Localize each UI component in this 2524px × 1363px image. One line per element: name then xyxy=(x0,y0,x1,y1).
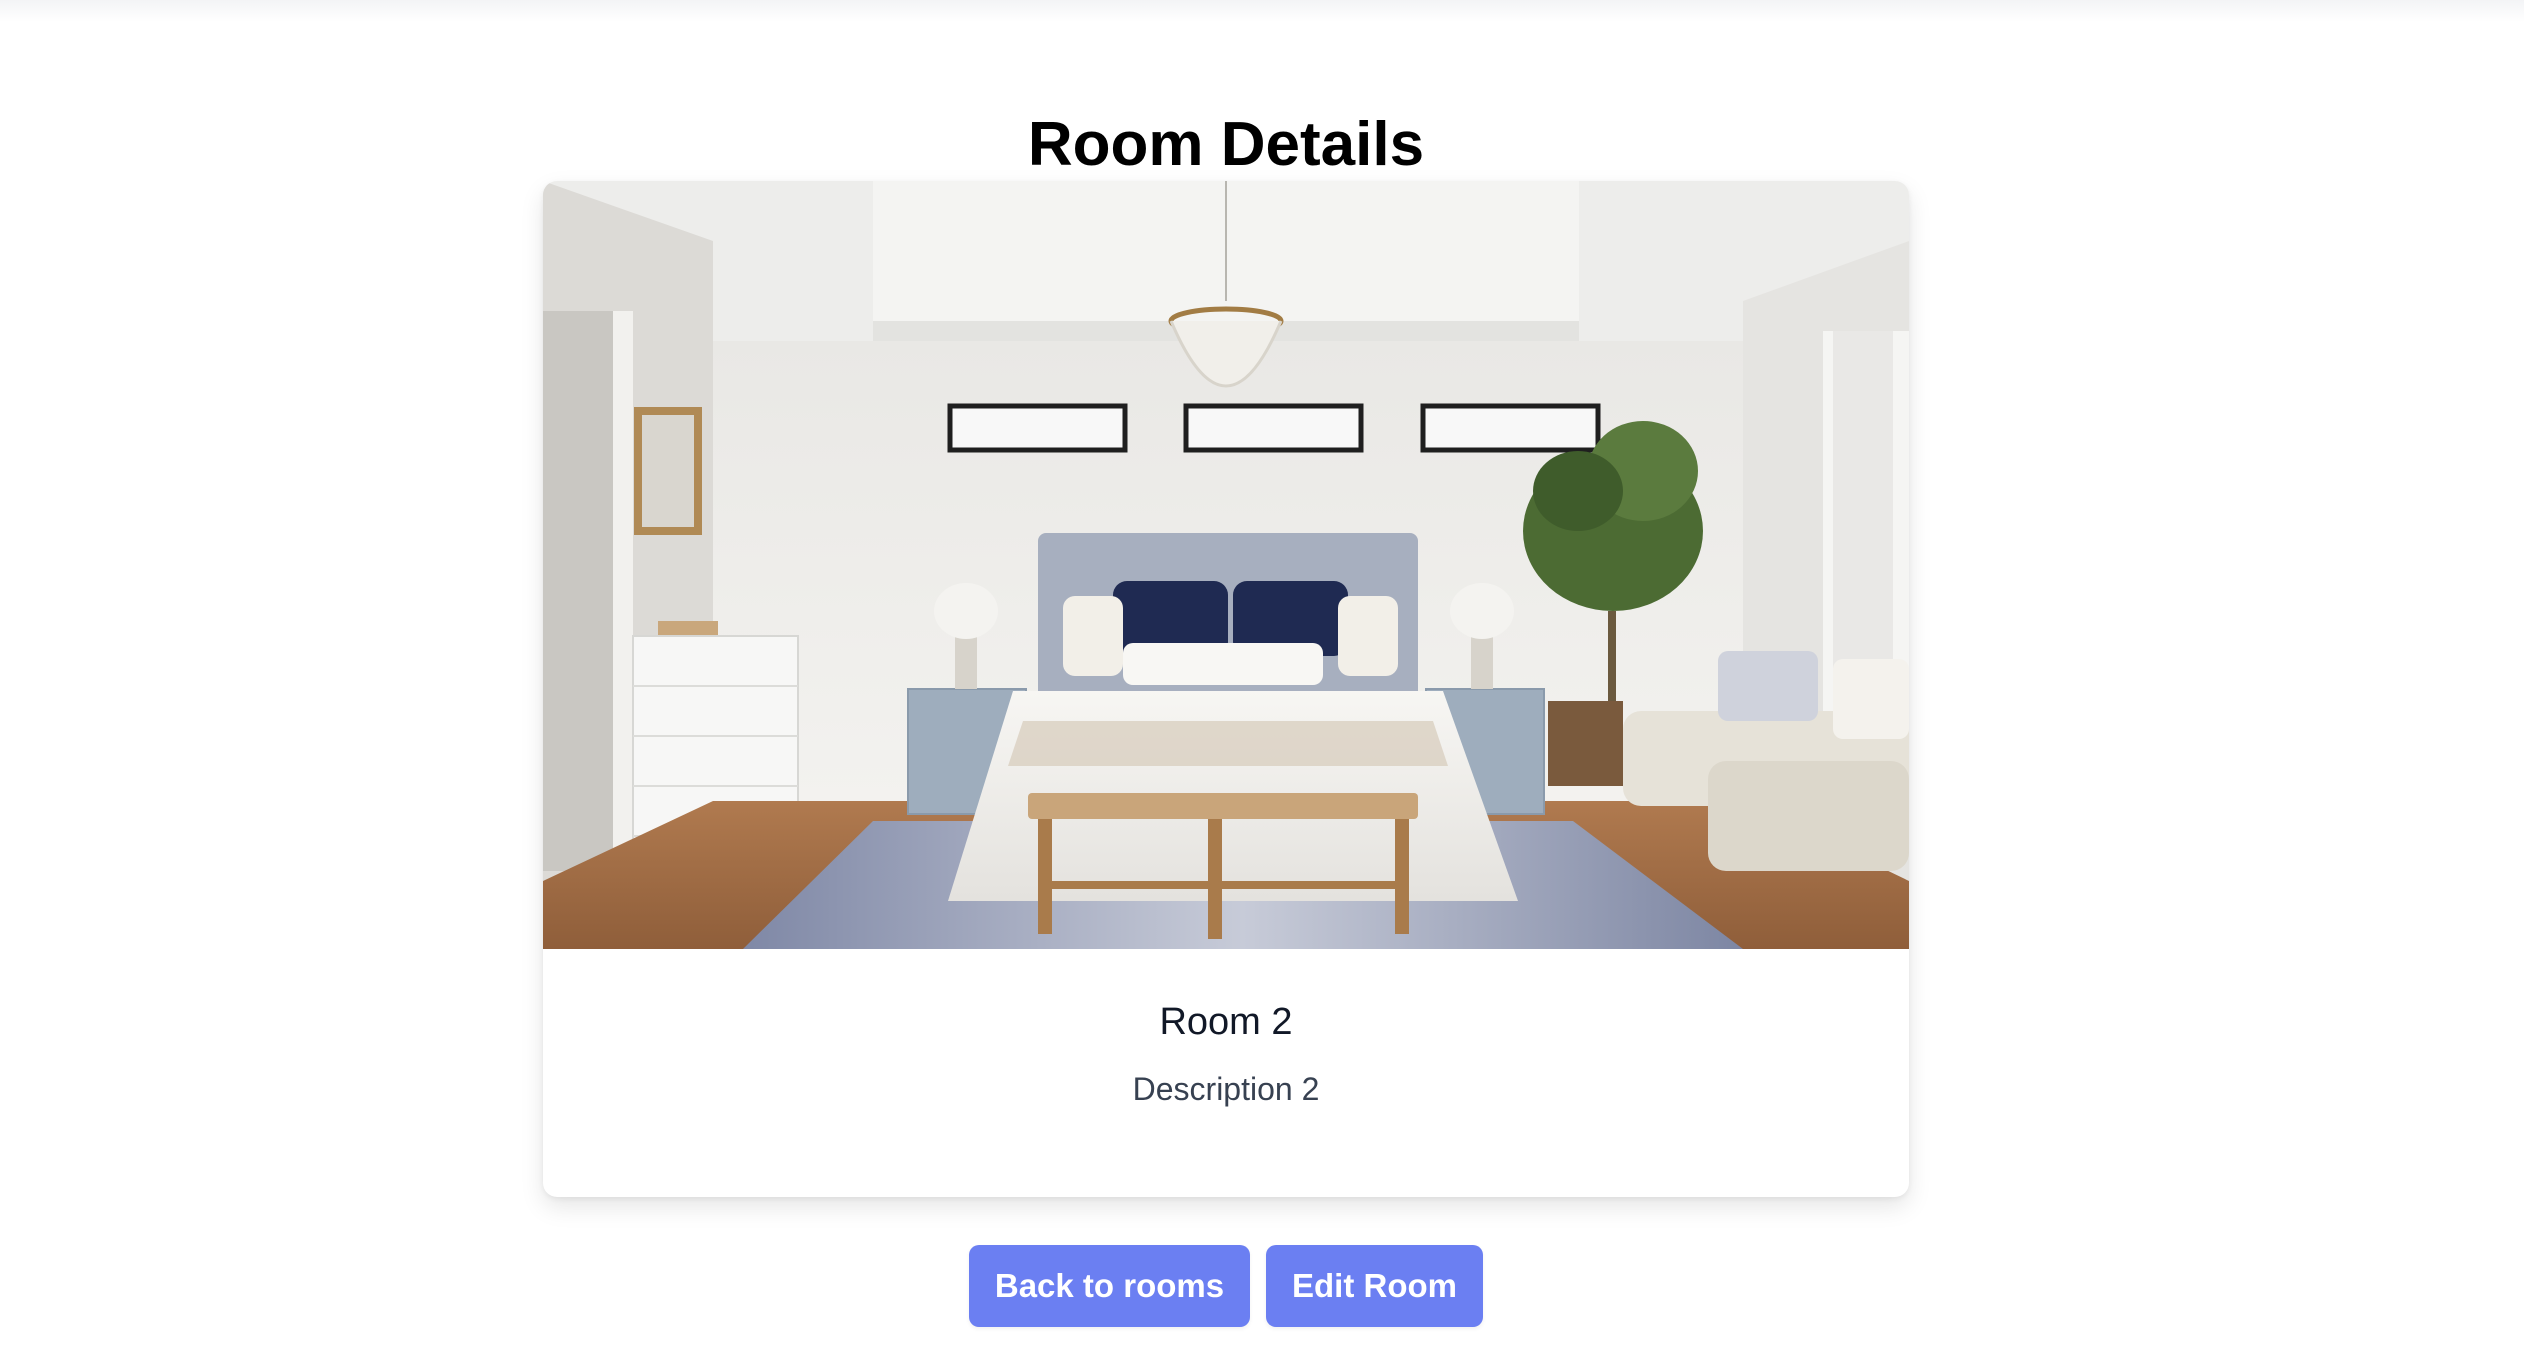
back-to-rooms-button[interactable]: Back to rooms xyxy=(969,1245,1250,1327)
room-description: Description 2 xyxy=(1132,1071,1320,1107)
room-image xyxy=(543,181,1909,949)
room-name: Room 2 xyxy=(1159,1001,1293,1043)
page-title: Room Details xyxy=(1027,110,1425,179)
top-bar xyxy=(0,0,2524,22)
edit-room-button[interactable]: Edit Room xyxy=(1266,1245,1483,1327)
room-card: Room 2 Description 2 xyxy=(543,181,1909,1197)
